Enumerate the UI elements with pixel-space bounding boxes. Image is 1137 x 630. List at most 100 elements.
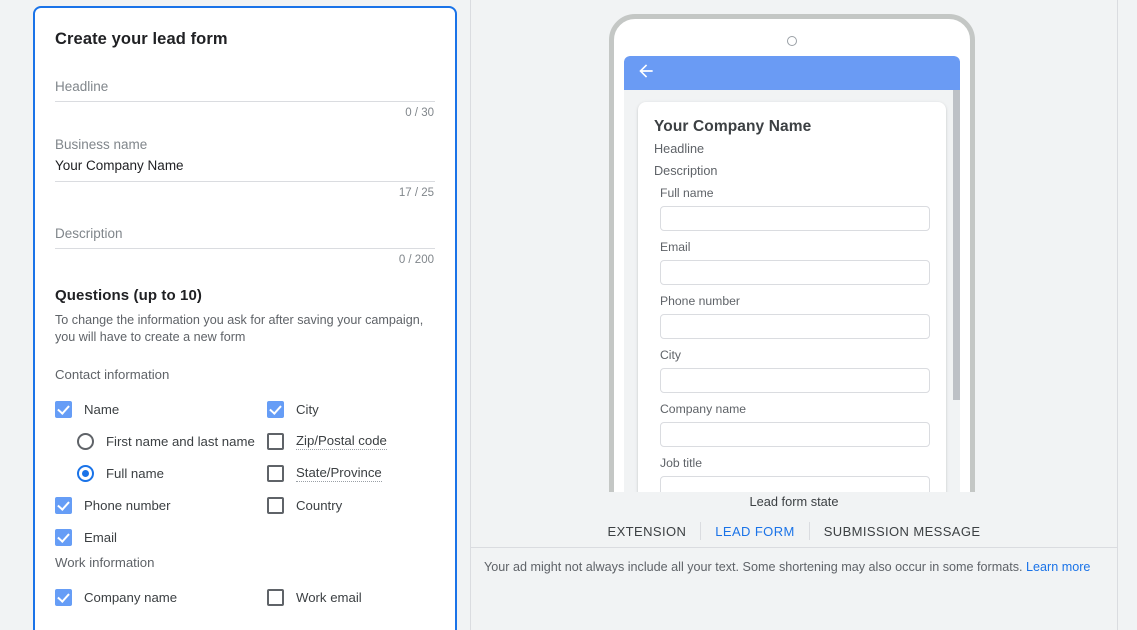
option-label-zip-postal-code: Zip/Postal code — [296, 433, 387, 450]
business-name-field-label: Business name — [55, 135, 435, 155]
preview-input-company-name[interactable] — [660, 422, 930, 447]
preview-form-body: Your Company Name Headline Description F… — [624, 90, 960, 492]
preview-field-label-phone-number: Phone number — [660, 292, 930, 311]
contact-options-left-column: Name First name and last name Full name Pho… — [55, 393, 255, 553]
option-row-zip-postal-code[interactable]: Zip/Postal code — [267, 425, 467, 457]
preview-field-label-job-title: Job title — [660, 454, 930, 473]
work-options-left-column: Company name — [55, 581, 255, 613]
phone-camera-icon — [787, 36, 797, 46]
questions-section-help: To change the information you ask for af… — [55, 312, 425, 345]
option-label-work-email: Work email — [296, 590, 362, 605]
preview-field-label-city: City — [660, 346, 930, 365]
option-label-country: Country — [296, 498, 342, 513]
option-row-work-email[interactable]: Work email — [267, 581, 467, 613]
option-row-email[interactable]: Email — [55, 521, 255, 553]
checkbox-unchecked-icon-country[interactable] — [267, 497, 284, 514]
questions-section-title: Questions (up to 10) — [55, 287, 435, 304]
checkbox-unchecked-icon-state-province[interactable] — [267, 465, 284, 482]
work-information-options: Company name Work email — [55, 581, 435, 621]
contact-information-options: Name First name and last name Full name Pho… — [55, 393, 435, 555]
preview-company-name: Your Company Name — [654, 116, 930, 138]
preview-field-phone-number: Phone number — [654, 292, 930, 339]
lead-form-editor: Create your lead form Headline 0 / 30 Bu… — [0, 0, 1137, 630]
checkbox-checked-icon-email[interactable] — [55, 529, 72, 546]
preview-app-bar — [624, 56, 960, 90]
headline-field-label: Headline — [55, 77, 435, 97]
preview-input-email[interactable] — [660, 260, 930, 285]
lead-form-preview-card: Your Company Name Headline Description F… — [638, 102, 946, 492]
create-lead-form-card: Create your lead form Headline 0 / 30 Bu… — [33, 6, 457, 630]
form-editor-panel: Create your lead form Headline 0 / 30 Bu… — [0, 0, 470, 630]
checkbox-unchecked-icon-zip-postal-code[interactable] — [267, 433, 284, 450]
preview-fields-list: Full name Email Phone number City Company na… — [654, 184, 930, 492]
right-rail — [1117, 0, 1137, 630]
contact-options-right-column: City Zip/Postal code State/Province Country — [267, 393, 467, 521]
description-field-counter: 0 / 200 — [55, 249, 435, 269]
option-label-full-name: Full name — [106, 466, 164, 481]
checkbox-checked-icon-city[interactable] — [267, 401, 284, 418]
preview-description: Description — [654, 160, 930, 182]
tab-submission-message[interactable]: SUBMISSION MESSAGE — [810, 524, 995, 539]
option-label-name: Name — [84, 402, 119, 417]
option-label-company-name: Company name — [84, 590, 177, 605]
preview-field-label-full-name: Full name — [660, 184, 930, 203]
business-name-field-counter: 17 / 25 — [55, 182, 435, 202]
option-row-first-name-and-last-name[interactable]: First name and last name — [55, 425, 255, 457]
learn-more-link[interactable]: Learn more — [1026, 560, 1090, 574]
preview-input-full-name[interactable] — [660, 206, 930, 231]
preview-notice-bar: Your ad might not always include all you… — [471, 547, 1137, 574]
lead-form-state-caption: Lead form state — [471, 494, 1117, 509]
option-label-phone-number: Phone number — [84, 498, 171, 513]
ad-preview-panel: Your Company Name Headline Description F… — [470, 0, 1137, 630]
work-options-right-column: Work email — [267, 581, 467, 613]
business-name-field-value: Your Company Name — [55, 155, 435, 177]
preview-scrollbar[interactable] — [953, 90, 960, 400]
radio-checked-icon-full-name[interactable] — [77, 465, 94, 482]
description-field[interactable]: Description 0 / 200 — [55, 224, 435, 269]
option-label-state-province: State/Province — [296, 465, 382, 482]
option-label-first-name-and-last-name: First name and last name — [106, 434, 255, 449]
headline-field-counter: 0 / 30 — [55, 102, 435, 122]
preview-field-label-company-name: Company name — [660, 400, 930, 419]
option-row-full-name[interactable]: Full name — [55, 457, 255, 489]
spacer — [55, 122, 435, 135]
tab-lead-form[interactable]: LEAD FORM — [701, 524, 808, 539]
preview-input-city[interactable] — [660, 368, 930, 393]
preview-field-city: City — [654, 346, 930, 393]
description-field-label: Description — [55, 224, 435, 244]
checkbox-checked-icon-company-name[interactable] — [55, 589, 72, 606]
preview-input-phone-number[interactable] — [660, 314, 930, 339]
preview-field-email: Email — [654, 238, 930, 285]
option-row-city[interactable]: City — [267, 393, 467, 425]
option-row-phone-number[interactable]: Phone number — [55, 489, 255, 521]
checkbox-checked-icon-name[interactable] — [55, 401, 72, 418]
option-row-name[interactable]: Name — [55, 393, 255, 425]
checkbox-unchecked-icon-work-email[interactable] — [267, 589, 284, 606]
preview-field-full-name: Full name — [654, 184, 930, 231]
phone-screen: Your Company Name Headline Description F… — [624, 56, 960, 492]
option-row-state-province[interactable]: State/Province — [267, 457, 467, 489]
tab-extension[interactable]: EXTENSION — [594, 524, 701, 539]
option-label-city: City — [296, 402, 319, 417]
work-information-label: Work information — [55, 555, 435, 570]
preview-input-job-title[interactable] — [660, 476, 930, 492]
preview-stage: Your Company Name Headline Description F… — [471, 0, 1117, 492]
preview-headline: Headline — [654, 138, 930, 160]
checkbox-checked-icon-phone-number[interactable] — [55, 497, 72, 514]
back-arrow-icon[interactable] — [636, 61, 656, 86]
option-label-email: Email — [84, 530, 117, 545]
preview-field-company-name: Company name — [654, 400, 930, 447]
preview-field-job-title: Job title — [654, 454, 930, 492]
option-row-country[interactable]: Country — [267, 489, 467, 521]
radio-unchecked-icon-first-name-and-last-name[interactable] — [77, 433, 94, 450]
contact-information-label: Contact information — [55, 367, 435, 382]
page-title: Create your lead form — [55, 30, 435, 49]
headline-field[interactable]: Headline 0 / 30 — [55, 77, 435, 122]
preview-notice-text: Your ad might not always include all you… — [484, 560, 1023, 574]
business-name-field[interactable]: Business name Your Company Name 17 / 25 — [55, 135, 435, 202]
phone-mockup: Your Company Name Headline Description F… — [609, 14, 975, 492]
spacer — [55, 202, 435, 224]
spacer — [55, 269, 435, 287]
preview-tabs: EXTENSION LEAD FORM SUBMISSION MESSAGE — [471, 516, 1117, 546]
option-row-company-name[interactable]: Company name — [55, 581, 255, 613]
